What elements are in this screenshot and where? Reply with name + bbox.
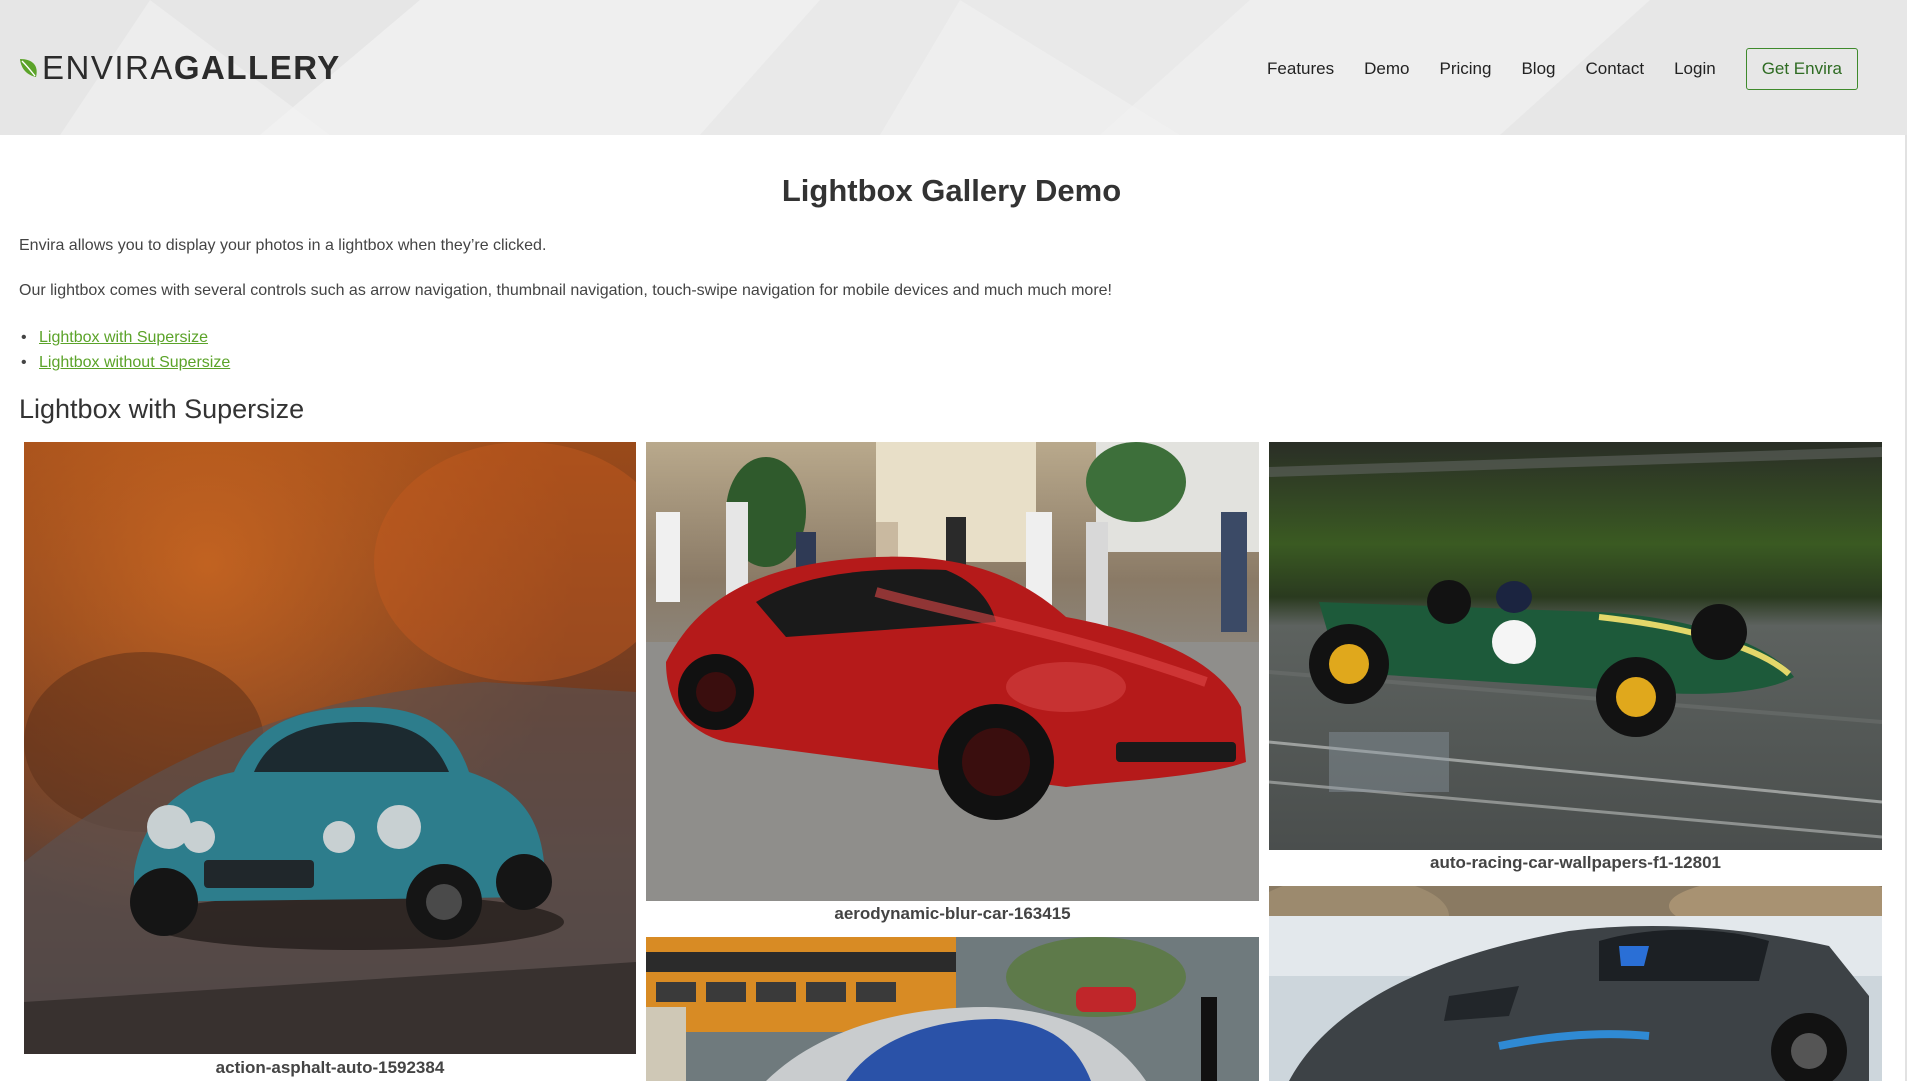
gallery-item[interactable] — [1269, 886, 1882, 1081]
list-item: Lightbox without Supersize — [19, 350, 1884, 375]
section-title: Lightbox with Supersize — [19, 394, 305, 424]
link-lightbox-without-supersize[interactable]: Lightbox without Supersize — [39, 354, 230, 371]
gallery-caption: auto-racing-car-wallpapers-f1-12801 — [1430, 853, 1721, 872]
list-item: Lightbox with Supersize — [19, 325, 1884, 350]
nav-item-features[interactable]: Features — [1267, 48, 1334, 90]
logo-wordmark: ENVIRAGALLERY — [42, 49, 341, 86]
nav-item-blog[interactable]: Blog — [1521, 48, 1555, 90]
gallery-item[interactable] — [646, 937, 1259, 1081]
gallery-item[interactable]: action-asphalt-auto-1592384 — [24, 442, 636, 1081]
envira-logo[interactable]: ENVIRAGALLERY — [18, 50, 341, 86]
get-envira-button[interactable]: Get Envira — [1745, 48, 1858, 90]
intro-paragraph-2: Our lightbox comes with several controls… — [19, 282, 1112, 299]
gallery-image[interactable] — [646, 937, 1259, 1081]
gallery-image[interactable] — [1269, 886, 1882, 1081]
gallery-image[interactable] — [24, 442, 636, 1054]
intro-paragraph-1: Envira allows you to display your photos… — [19, 237, 547, 254]
main-nav: Features Demo Pricing Blog Contact Login… — [1267, 48, 1858, 90]
gallery-caption: action-asphalt-auto-1592384 — [215, 1058, 445, 1077]
gallery-item[interactable]: auto-racing-car-wallpapers-f1-12801 — [1269, 442, 1882, 877]
gallery-item[interactable]: aerodynamic-blur-car-163415 — [646, 442, 1259, 932]
nav-item-login[interactable]: Login — [1674, 48, 1716, 90]
nav-item-contact[interactable]: Contact — [1585, 48, 1644, 90]
gallery-image[interactable] — [1269, 442, 1882, 850]
section-links: Lightbox with Supersize Lightbox without… — [19, 325, 1884, 375]
site-header: ENVIRAGALLERY Features Demo Pricing Blog… — [0, 0, 1907, 135]
gallery-caption: aerodynamic-blur-car-163415 — [834, 904, 1071, 923]
page-title: Lightbox Gallery Demo — [781, 173, 1122, 208]
nav-item-demo[interactable]: Demo — [1364, 48, 1409, 90]
gallery-image[interactable] — [646, 442, 1259, 901]
nav-item-pricing[interactable]: Pricing — [1439, 48, 1491, 90]
main-content: Lightbox Gallery Demo Envira allows you … — [19, 135, 1884, 425]
link-lightbox-with-supersize[interactable]: Lightbox with Supersize — [39, 329, 208, 346]
leaf-icon — [20, 59, 37, 77]
